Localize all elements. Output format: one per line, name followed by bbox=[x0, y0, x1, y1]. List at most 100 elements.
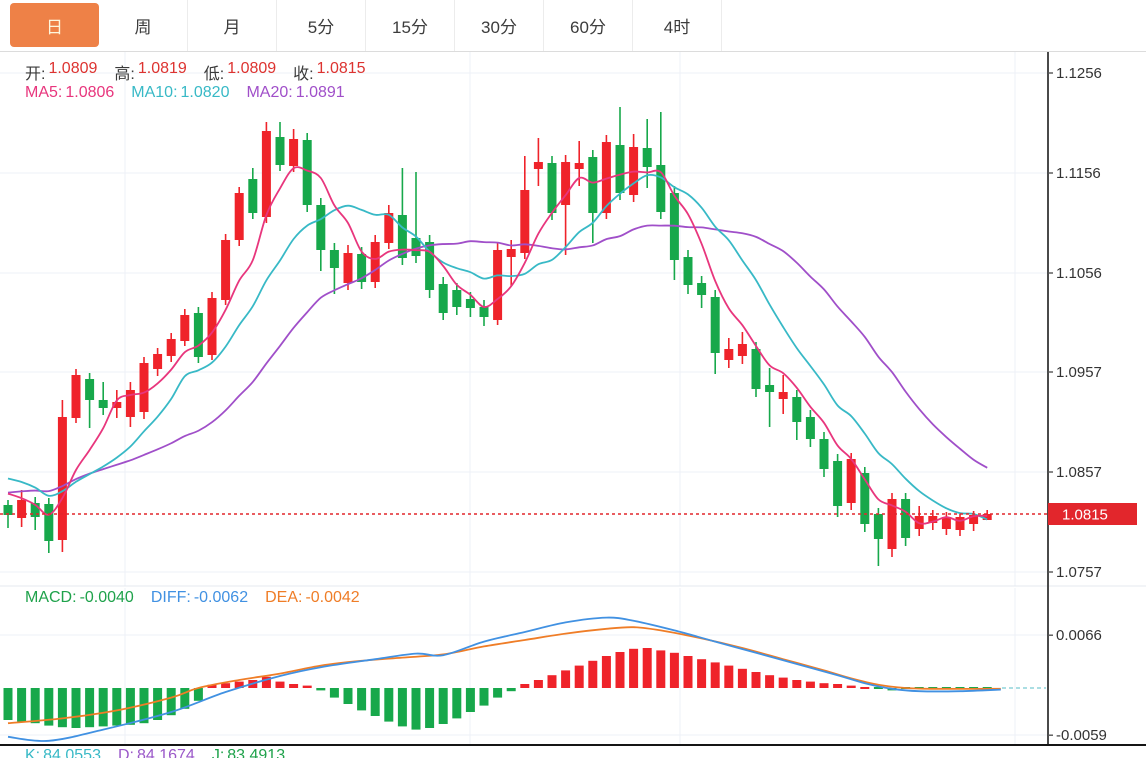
tab-日[interactable]: 日 bbox=[10, 3, 99, 47]
candle-up bbox=[17, 500, 26, 518]
candle-down bbox=[452, 290, 461, 307]
candle-down bbox=[874, 514, 883, 539]
macd-bar bbox=[575, 666, 584, 688]
tab-5分[interactable]: 5分 bbox=[277, 0, 366, 51]
macd-bar bbox=[629, 649, 638, 688]
axis-label: -0.0059 bbox=[1056, 727, 1107, 744]
macd-bar bbox=[643, 648, 652, 688]
candle-down bbox=[276, 137, 285, 165]
chart-area[interactable]: 1.12561.11561.10561.09571.08571.07570.00… bbox=[0, 52, 1146, 758]
axis-label: 1.0757 bbox=[1056, 564, 1102, 581]
trading-chart-app: 日周月5分15分30分60分4时 1.12561.11561.10561.095… bbox=[0, 0, 1146, 758]
bottom-axis-line bbox=[0, 744, 1146, 746]
macd-bar bbox=[384, 688, 393, 722]
macd-bar bbox=[289, 684, 298, 688]
macd-bar bbox=[534, 680, 543, 688]
macd-bar bbox=[711, 662, 720, 688]
candle-down bbox=[44, 504, 53, 541]
candle-up bbox=[493, 250, 502, 320]
macd-bar bbox=[303, 686, 312, 688]
candlestick-macd-chart[interactable]: 1.12561.11561.10561.09571.08571.07570.00… bbox=[0, 52, 1146, 758]
candle-down bbox=[303, 140, 312, 205]
candle-down bbox=[711, 297, 720, 353]
macd-bar bbox=[860, 687, 869, 689]
macd-bar bbox=[507, 688, 516, 691]
candle-up bbox=[344, 253, 353, 283]
candle-up bbox=[779, 392, 788, 399]
tab-30分[interactable]: 30分 bbox=[455, 0, 544, 51]
candle-up bbox=[58, 417, 67, 540]
candle-down bbox=[820, 439, 829, 469]
macd-bar bbox=[371, 688, 380, 716]
macd-bar bbox=[316, 688, 325, 690]
candle-up bbox=[847, 459, 856, 503]
macd-bar bbox=[452, 688, 461, 718]
macd-bar bbox=[31, 688, 40, 723]
interval-tabbar: 日周月5分15分30分60分4时 bbox=[0, 0, 1146, 52]
candle-down bbox=[792, 397, 801, 422]
candle-down bbox=[697, 283, 706, 295]
macd-bar bbox=[847, 686, 856, 688]
macd-bar bbox=[602, 656, 611, 688]
macd-bar bbox=[112, 688, 121, 726]
candle-down bbox=[480, 307, 489, 317]
macd-bar bbox=[99, 688, 108, 726]
candle-up bbox=[942, 517, 951, 529]
macd-bar bbox=[425, 688, 434, 728]
macd-bar bbox=[221, 683, 230, 688]
macd-bar bbox=[616, 652, 625, 688]
candle-up bbox=[153, 354, 162, 369]
candle-down bbox=[330, 250, 339, 268]
axis-label: 1.1056 bbox=[1056, 265, 1102, 282]
candle-down bbox=[99, 400, 108, 408]
candle-up bbox=[235, 193, 244, 240]
macd-bar bbox=[820, 683, 829, 688]
macd-bar bbox=[738, 669, 747, 688]
axis-label: 0.0066 bbox=[1056, 627, 1102, 644]
diff-line bbox=[8, 618, 1001, 741]
axis-label: 1.1156 bbox=[1056, 165, 1101, 182]
candle-down bbox=[684, 257, 693, 285]
macd-bar bbox=[330, 688, 339, 698]
macd-bar bbox=[752, 672, 761, 688]
macd-bar bbox=[58, 688, 67, 727]
candle-up bbox=[72, 375, 81, 418]
candle-down bbox=[643, 148, 652, 167]
macd-bar bbox=[792, 680, 801, 688]
axis-label: 1.1256 bbox=[1056, 65, 1102, 82]
candle-up bbox=[534, 162, 543, 169]
tab-4时[interactable]: 4时 bbox=[633, 0, 722, 51]
macd-bar bbox=[85, 688, 94, 727]
tab-周[interactable]: 周 bbox=[99, 0, 188, 51]
tab-60分[interactable]: 60分 bbox=[544, 0, 633, 51]
macd-bar bbox=[344, 688, 353, 704]
macd-bar bbox=[806, 682, 815, 688]
candle-up bbox=[167, 339, 176, 356]
tab-月[interactable]: 月 bbox=[188, 0, 277, 51]
tab-15分[interactable]: 15分 bbox=[366, 0, 455, 51]
macd-bar bbox=[466, 688, 475, 712]
candle-down bbox=[765, 385, 774, 392]
macd-bar bbox=[357, 688, 366, 710]
macd-bar bbox=[765, 675, 774, 688]
candle-up bbox=[262, 131, 271, 217]
candle-down bbox=[833, 461, 842, 506]
candle-up bbox=[371, 242, 380, 282]
candle-up bbox=[221, 240, 230, 300]
macd-bar bbox=[833, 684, 842, 688]
macd-bar bbox=[697, 659, 706, 688]
candle-up bbox=[180, 315, 189, 341]
candle-down bbox=[616, 145, 625, 193]
candle-up bbox=[507, 249, 516, 257]
candle-up bbox=[724, 349, 733, 360]
candle-up bbox=[289, 139, 298, 166]
candle-down bbox=[194, 313, 203, 357]
candle-down bbox=[548, 163, 557, 213]
macd-bar bbox=[779, 678, 788, 688]
candle-down bbox=[85, 379, 94, 400]
macd-bar bbox=[548, 675, 557, 688]
macd-bar bbox=[72, 688, 81, 728]
candle-up bbox=[956, 517, 965, 530]
macd-bar bbox=[194, 688, 203, 701]
candle-down bbox=[439, 284, 448, 313]
